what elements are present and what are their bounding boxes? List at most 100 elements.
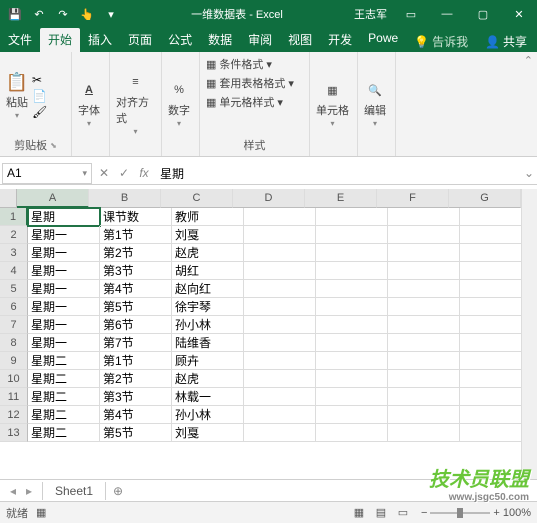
cell[interactable]	[316, 226, 388, 244]
row-header[interactable]: 10	[0, 370, 28, 388]
cell[interactable]	[460, 370, 521, 388]
zoom-slider[interactable]	[430, 512, 490, 514]
cell[interactable]: 星期二	[28, 352, 100, 370]
row-header[interactable]: 5	[0, 280, 28, 298]
expand-fb-icon[interactable]: ⌄	[521, 166, 537, 180]
cell[interactable]: 星期一	[28, 316, 100, 334]
cell[interactable]: 星期一	[28, 226, 100, 244]
cell[interactable]	[244, 406, 316, 424]
macro-icon[interactable]: ▦	[36, 506, 46, 519]
cell[interactable]	[460, 226, 521, 244]
column-header[interactable]: D	[233, 189, 305, 208]
close-icon[interactable]: ✕	[501, 8, 537, 21]
sheet-tab[interactable]: Sheet1	[42, 482, 106, 500]
cell[interactable]: 赵向红	[172, 280, 244, 298]
cell[interactable]	[460, 334, 521, 352]
cell[interactable]	[460, 280, 521, 298]
cell[interactable]	[244, 424, 316, 442]
column-header[interactable]: A	[17, 189, 89, 208]
cell[interactable]	[460, 316, 521, 334]
cell[interactable]	[316, 298, 388, 316]
zoom-out-button[interactable]: −	[421, 507, 427, 519]
cell[interactable]	[388, 406, 460, 424]
ribbon-options-icon[interactable]: ▭	[393, 8, 429, 21]
table-format-button[interactable]: ▦ 套用表格格式 ▾	[204, 74, 296, 92]
row-header[interactable]: 8	[0, 334, 28, 352]
row-header[interactable]: 1	[0, 208, 28, 226]
cell[interactable]: 刘戛	[172, 424, 244, 442]
cell[interactable]	[460, 262, 521, 280]
cell[interactable]: 星期一	[28, 280, 100, 298]
cell[interactable]	[244, 298, 316, 316]
tab-insert[interactable]: 插入	[80, 28, 120, 52]
cell[interactable]: 课节数	[100, 208, 172, 226]
cell[interactable]	[316, 352, 388, 370]
cell[interactable]: 第2节	[100, 370, 172, 388]
cell[interactable]: 第5节	[100, 424, 172, 442]
row-header[interactable]: 13	[0, 424, 28, 442]
cell[interactable]	[388, 388, 460, 406]
cell-style-button[interactable]: ▦ 单元格样式 ▾	[204, 93, 285, 111]
cell[interactable]	[388, 424, 460, 442]
row-header[interactable]: 7	[0, 316, 28, 334]
cell[interactable]	[460, 388, 521, 406]
user-name[interactable]: 王志军	[348, 6, 393, 22]
name-box[interactable]: A1▾	[2, 163, 92, 184]
column-header[interactable]: C	[161, 189, 233, 208]
cell[interactable]	[244, 208, 316, 226]
cell[interactable]: 第3节	[100, 262, 172, 280]
cell[interactable]	[316, 406, 388, 424]
sheet-nav-last[interactable]: ▸	[22, 484, 36, 498]
cell[interactable]: 第7节	[100, 334, 172, 352]
cell[interactable]: 星期一	[28, 244, 100, 262]
vertical-scrollbar[interactable]	[521, 189, 537, 479]
cell[interactable]: 孙小林	[172, 406, 244, 424]
cut-icon[interactable]: ✂	[32, 73, 47, 87]
cell[interactable]	[316, 316, 388, 334]
cell[interactable]: 第6节	[100, 316, 172, 334]
editing-button[interactable]: 🔍编辑▾	[362, 77, 388, 130]
cell[interactable]	[316, 244, 388, 262]
fx-icon[interactable]: fx	[134, 166, 154, 180]
cell[interactable]: 教师	[172, 208, 244, 226]
row-header[interactable]: 9	[0, 352, 28, 370]
row-header[interactable]: 12	[0, 406, 28, 424]
cell[interactable]: 第2节	[100, 244, 172, 262]
view-break-icon[interactable]: ▭	[393, 505, 413, 520]
zoom-in-button[interactable]: +	[493, 507, 499, 519]
collapse-ribbon-icon[interactable]: ⌃	[524, 54, 533, 67]
cell[interactable]: 星期二	[28, 370, 100, 388]
fb-confirm[interactable]: ✓	[114, 166, 134, 180]
tab-review[interactable]: 审阅	[240, 28, 280, 52]
select-all-corner[interactable]	[0, 189, 17, 208]
cell[interactable]: 第1节	[100, 352, 172, 370]
cell[interactable]	[388, 280, 460, 298]
maximize-icon[interactable]: ▢	[465, 8, 501, 21]
cell[interactable]	[244, 262, 316, 280]
cell[interactable]	[388, 244, 460, 262]
cell[interactable]: 顾卉	[172, 352, 244, 370]
cell[interactable]: 星期二	[28, 388, 100, 406]
cell[interactable]: 林载一	[172, 388, 244, 406]
cell[interactable]	[460, 208, 521, 226]
number-button[interactable]: %数字▾	[166, 77, 192, 130]
cell[interactable]	[388, 298, 460, 316]
cell[interactable]: 胡红	[172, 262, 244, 280]
cell[interactable]: 星期一	[28, 298, 100, 316]
cell[interactable]	[460, 352, 521, 370]
cell[interactable]	[244, 244, 316, 262]
tab-formula[interactable]: 公式	[160, 28, 200, 52]
cell[interactable]: 星期一	[28, 262, 100, 280]
add-sheet-button[interactable]: ⊕	[106, 484, 130, 498]
row-header[interactable]: 11	[0, 388, 28, 406]
cell[interactable]: 星期二	[28, 424, 100, 442]
tab-data[interactable]: 数据	[200, 28, 240, 52]
cell[interactable]: 陆维香	[172, 334, 244, 352]
cell[interactable]: 第5节	[100, 298, 172, 316]
cell[interactable]: 第4节	[100, 280, 172, 298]
cell[interactable]	[460, 424, 521, 442]
row-header[interactable]: 4	[0, 262, 28, 280]
touch-icon[interactable]: 👆	[76, 3, 98, 25]
cell[interactable]: 星期一	[28, 334, 100, 352]
cell[interactable]	[316, 262, 388, 280]
